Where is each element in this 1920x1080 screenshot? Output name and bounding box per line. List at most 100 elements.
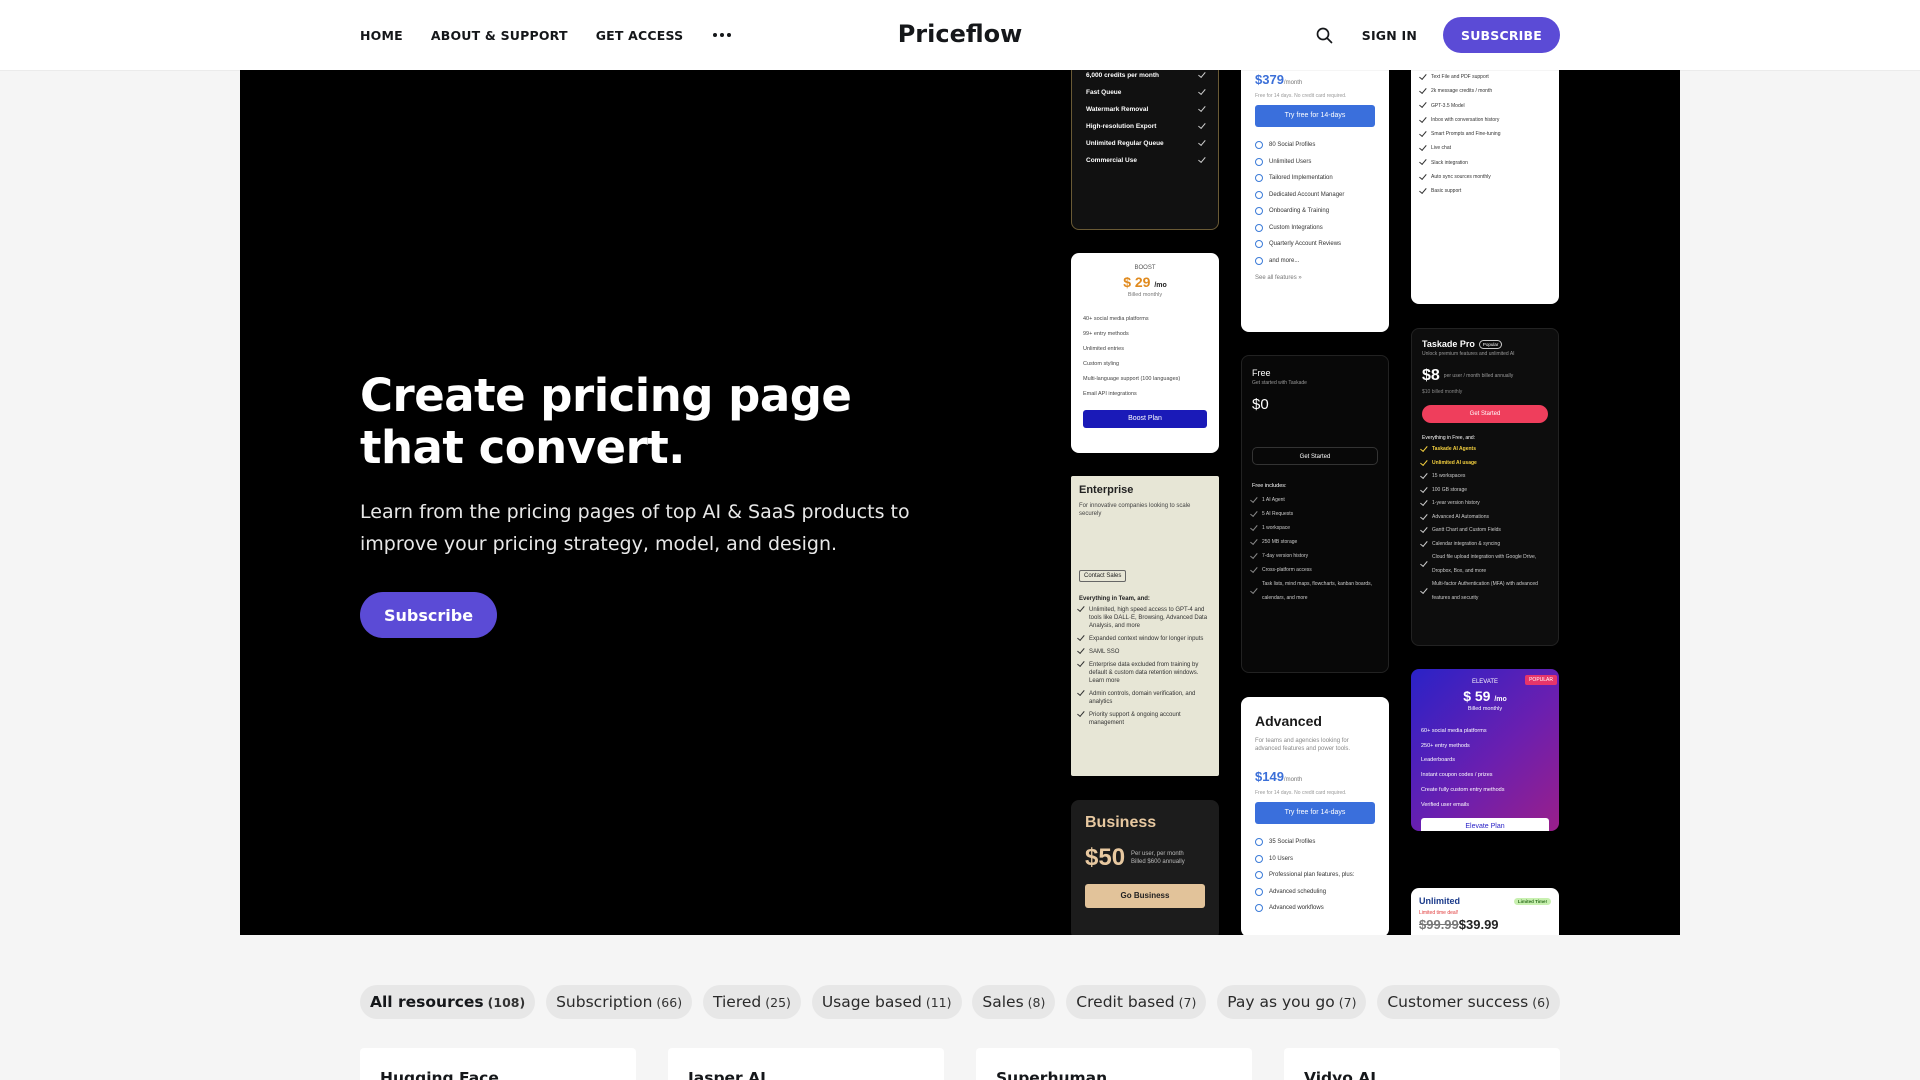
plan-price: $ 59 /mo [1421,688,1549,704]
price-per: per user / month billed annually [1443,373,1514,379]
hero-subscribe-button[interactable]: Subscribe [360,592,498,638]
feature-text: 35 Social Profiles [1269,839,1316,845]
check-icon [1250,585,1258,594]
search-icon[interactable] [1314,24,1336,46]
feature-item: High-resolution Export [1086,118,1206,135]
feature-text: Custom Integrations [1269,224,1323,231]
plan-title: Business [1085,814,1157,831]
nav-get-access-link[interactable]: GET ACCESS [596,28,684,43]
category-filters: All resources (108) Subscription (66) Tier… [360,985,1560,1019]
check-icon [1419,114,1427,123]
feature-text: Custom styling [1083,361,1120,367]
feature-item: Professional plan features, plus: [1255,867,1375,884]
popular-badge: Popular [1478,339,1503,349]
resource-card-hugging-face[interactable]: Hugging Face [360,1048,636,1080]
feature-text: 99+ entry methods [1083,331,1129,337]
contact-sales-button: Contact Sales [1079,570,1127,582]
feature-text: and more... [1269,257,1300,264]
plan-price: $99.99$39.99 [1419,917,1551,932]
more-dots-icon[interactable] [711,29,733,41]
nav-about-support-link[interactable]: ABOUT & SUPPORT [431,28,568,43]
chip-label: Tiered [712,993,762,1011]
hero-subtitle: Learn from the pricing pages of top AI &… [360,501,910,555]
feature-text: Leaderboards [1421,757,1455,764]
check-icon [1198,138,1206,147]
check-circle-icon [1255,141,1263,150]
feature-item: 60+ social media platforms [1421,724,1549,739]
feature-item: Multi-factor Authentication (MFA) with a… [1420,578,1548,605]
check-icon [1420,559,1428,568]
feature-text: Professional plan features, plus: [1269,872,1355,878]
feature-text: Basic support [1431,188,1462,195]
feature-item: Advanced scheduling [1255,884,1375,901]
check-icon [1419,100,1427,109]
check-icon [1198,87,1206,96]
account-nav: SIGN IN SUBSCRIBE [1314,0,1560,70]
feature-item: 250+ entry methods [1421,739,1549,754]
feature-item: Custom Integrations [1255,220,1375,237]
feature-item: Inbox with conversation history [1419,113,1549,127]
price-unit: /mo [1494,696,1507,703]
feature-item: Unlimited AI usage [1420,457,1548,471]
chip-count: (108) [487,994,526,1010]
check-icon [1077,646,1085,655]
pricing-card-chatbot: Text File and PDF support 2k message cred… [1411,70,1559,304]
feature-text: Multi-language support (100 languages) [1083,376,1181,382]
feature-text: Task lists, mind maps, flowcharts, kanba… [1262,581,1373,601]
filter-customer-success[interactable]: Customer success (6) [1377,985,1560,1019]
feature-item: GPT-3.5 Model [1419,99,1549,113]
feature-text: Priority support & ongoing account manag… [1089,712,1181,726]
feature-item: Instant coupon codes / prizes [1421,768,1549,783]
plan-name: Taskade Pro [1422,339,1475,349]
feature-text: Gantt Chart and Custom Fields [1432,527,1501,533]
subscribe-nav-button[interactable]: SUBSCRIBE [1443,17,1560,53]
sign-in-link[interactable]: SIGN IN [1362,28,1417,43]
feature-item: Create fully custom entry methods [1421,783,1549,798]
feature-item: Custom styling [1083,357,1207,372]
feature-text: 80 Social Profiles [1269,142,1316,148]
check-icon [1419,157,1427,166]
top-navbar: HOME ABOUT & SUPPORT GET ACCESS Priceflo… [0,0,1920,70]
feature-text: Smart Prompts and Fine-tuning [1431,131,1501,138]
price-amount: $ 59 [1463,688,1491,704]
check-icon [1198,121,1206,130]
check-icon [1420,498,1428,507]
feature-item: Multi-language support (100 languages) [1083,372,1207,387]
filter-subscription[interactable]: Subscription (66) [546,985,693,1019]
plan-title: Free [1252,368,1271,378]
feature-text: Unlimited entries [1083,346,1124,352]
feature-heading: Everything in Free, and: [1422,435,1476,441]
feature-item: 1 workspace [1250,521,1378,535]
feature-text: 60+ social media platforms [1421,728,1487,734]
resource-card-jasper-ai[interactable]: Jasper AI [668,1048,944,1080]
filter-pay-as-you-go[interactable]: Pay as you go (7) [1217,985,1367,1019]
nav-home-link[interactable]: HOME [360,28,403,43]
feature-item: Expanded context window for longer input… [1077,633,1211,643]
feature-text: Unlimited, high speed access to GPT-4 an… [1089,607,1208,629]
trial-note: Free for 14 days. No credit card require… [1255,790,1347,796]
filter-all-resources[interactable]: All resources (108) [360,985,536,1019]
resource-card-vidyo-ai[interactable]: Vidyo AI [1284,1048,1560,1080]
elevate-plan-button: Elevate Plan [1421,818,1549,831]
go-business-button: Go Business [1085,884,1205,908]
resource-card-superhuman[interactable]: Superhuman [976,1048,1252,1080]
feature-text: Instant coupon codes / prizes [1421,772,1493,779]
check-icon [1419,86,1427,94]
chip-count: (11) [925,994,952,1010]
feature-list: Taskade AI Agents Unlimited AI usage 15 wo… [1420,443,1548,605]
try-free-button: Try free for 14-days [1255,105,1375,127]
check-circle-icon [1255,904,1263,913]
filter-sales[interactable]: Sales (8) [972,985,1056,1019]
feature-text: 2k message credits / month [1431,88,1493,95]
feature-text: Slack integration [1431,159,1468,166]
feature-item: Quarterly Account Reviews [1255,236,1375,253]
site-logo: Priceflow [897,20,1023,48]
feature-item: Auto sync sources monthly [1419,170,1549,184]
feature-text: 10 Users [1269,855,1294,862]
plan-subtitle: Get started with Taskade [1252,380,1307,386]
filter-usage-based[interactable]: Usage based (11) [811,985,962,1019]
filter-credit-based[interactable]: Credit based (7) [1066,985,1207,1019]
check-icon [1077,688,1085,697]
filter-tiered[interactable]: Tiered (25) [702,985,801,1019]
plan-price: $50 Per user, per month Billed $600 annua… [1085,844,1205,872]
